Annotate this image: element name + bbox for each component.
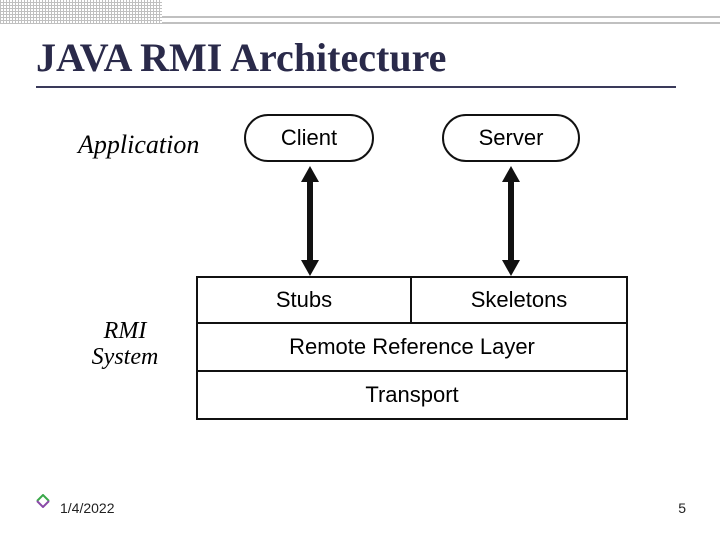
page-title: JAVA RMI Architecture xyxy=(36,34,446,81)
node-transport: Transport xyxy=(196,372,628,420)
node-server: Server xyxy=(442,114,580,162)
node-skeletons-label: Skeletons xyxy=(471,287,568,313)
node-stubs: Stubs xyxy=(196,276,412,324)
arrow-head-down-icon xyxy=(301,260,319,276)
label-application: Application xyxy=(78,130,199,160)
title-underline xyxy=(36,86,676,88)
footer-date: 1/4/2022 xyxy=(60,500,115,516)
arrow-head-down-icon xyxy=(502,260,520,276)
footer-page-number: 5 xyxy=(678,500,686,516)
label-rmi-system: RMI System xyxy=(80,318,170,371)
node-rrl-label: Remote Reference Layer xyxy=(289,334,535,360)
node-client-label: Client xyxy=(281,125,337,151)
label-rmi-line1: RMI xyxy=(104,318,147,344)
footer-accent-icon xyxy=(36,494,50,508)
arrow-shaft xyxy=(307,180,313,262)
slide: JAVA RMI Architecture Application RMI Sy… xyxy=(0,0,720,540)
stack-row-1: Stubs Skeletons xyxy=(196,276,628,324)
node-remote-reference-layer: Remote Reference Layer xyxy=(196,324,628,372)
diagram: Application RMI System Client Server Stu… xyxy=(76,110,656,470)
node-stubs-label: Stubs xyxy=(276,287,332,313)
arrow-shaft xyxy=(508,180,514,262)
node-transport-label: Transport xyxy=(365,382,458,408)
title-wrap: JAVA RMI Architecture xyxy=(36,34,446,81)
rmi-stack: Stubs Skeletons Remote Reference Layer T… xyxy=(196,276,628,420)
decorative-rule xyxy=(162,16,720,18)
node-skeletons: Skeletons xyxy=(412,276,628,324)
decorative-hatch xyxy=(0,0,162,24)
stack-row-2: Remote Reference Layer xyxy=(196,324,628,372)
node-client: Client xyxy=(244,114,374,162)
stack-row-3: Transport xyxy=(196,372,628,420)
node-server-label: Server xyxy=(479,125,544,151)
label-rmi-line2: System xyxy=(92,344,159,370)
decorative-rule xyxy=(162,22,720,24)
